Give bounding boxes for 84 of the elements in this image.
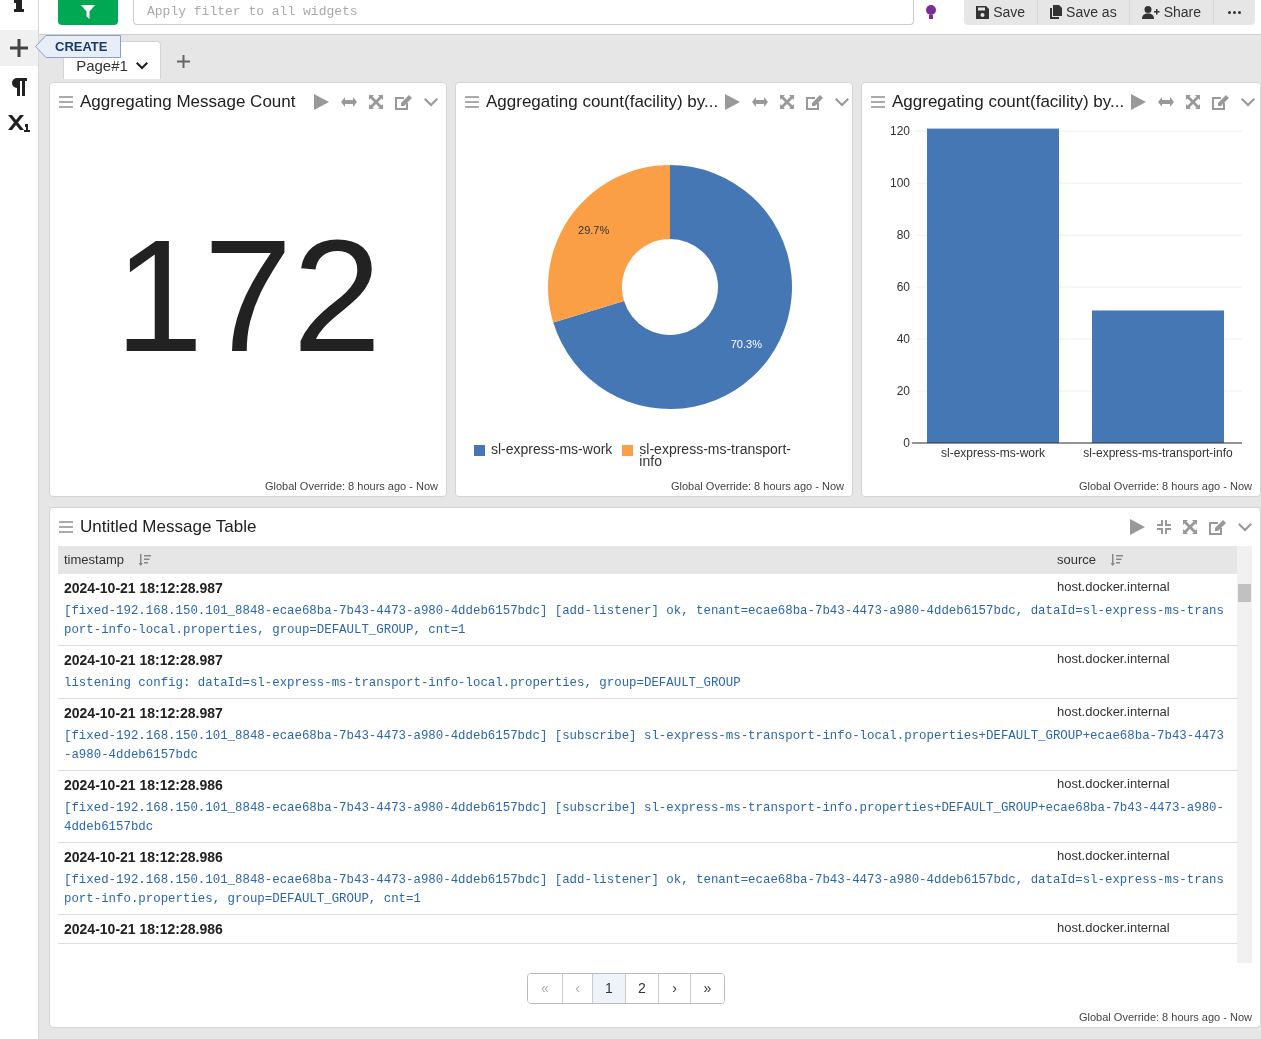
info-icon[interactable]: [13, 0, 25, 12]
y-tick-label: 60: [896, 280, 910, 295]
pilcrow-icon[interactable]: [11, 78, 27, 96]
y-tick-label: 120: [889, 124, 910, 139]
source-cell-text: host.docker.internal: [1056, 776, 1171, 793]
widget-title: Aggregating count(facility) by...: [486, 91, 719, 114]
drag-handle-icon[interactable]: [59, 96, 73, 108]
toolbar-button[interactable]: Share: [1129, 0, 1214, 25]
y-tick-label: 0: [903, 436, 910, 450]
time-range-label: Global Override: 8 hours ago - Now: [264, 478, 438, 494]
expand-icon[interactable]: [780, 95, 795, 109]
percent-label: 70.3%: [730, 337, 762, 350]
filter-icon: [81, 5, 95, 19]
x-category-label: sl-express-ms-work: [941, 446, 1045, 460]
toolbar-button[interactable]: Save as: [1038, 0, 1130, 25]
timestamp-cell-text: 2024-10-21 18:12:28.987: [63, 704, 224, 722]
filter-button[interactable]: [58, 0, 118, 25]
y-tick-label: 40: [896, 332, 910, 347]
toolbar-button[interactable]: Save: [964, 0, 1039, 25]
widget-title: Aggregating Message Count: [80, 91, 296, 114]
source-cell-text: host.docker.internal: [1056, 920, 1171, 937]
widget-title: Aggregating count(facility) by...: [892, 91, 1125, 114]
add-user-icon: [1141, 5, 1160, 19]
time-range-label: Global Override: 8 hours ago - Now: [670, 478, 844, 494]
expand-icon[interactable]: [1183, 520, 1197, 534]
edit-icon[interactable]: [395, 94, 412, 110]
sort-icon[interactable]: [137, 554, 151, 566]
horizontal-arrows-icon[interactable]: [341, 97, 357, 107]
timestamp-cell-text: 2024-10-21 18:12:28.987: [63, 579, 224, 597]
horizontal-arrows-icon[interactable]: [752, 97, 769, 107]
drag-handle-icon[interactable]: [465, 96, 479, 108]
scrollbar[interactable]: [1237, 546, 1252, 963]
source-cell-text: host.docker.internal: [1056, 848, 1171, 865]
message-cell-text: [fixed-192.168.150.101_8848-ecae68ba-7b43-4473-a980-4ddeb6157bdc] [subscribe] sl-express-ms-transport-info.properties+DEFAULT_GROUP+ecae68ba-7b43-4473-a980-4ddeb6157bdc: [63, 800, 1225, 836]
filter-field[interactable]: Apply filter to all widgets: [133, 0, 914, 25]
column-header[interactable]: source: [1057, 550, 1097, 570]
play-icon[interactable]: [725, 94, 741, 110]
page-button[interactable]: 1: [592, 974, 625, 1003]
drag-handle-icon[interactable]: [871, 96, 885, 108]
horizontal-arrows-icon[interactable]: [1158, 97, 1175, 107]
message-cell-text: [fixed-192.168.150.101_8848-ecae68ba-7b43-4473-a980-4ddeb6157bdc] [add-listener] ok, tenant=ecae68ba-7b43-4473-a980-4ddeb6157bdc, dataId=sl-express-ms-transport-info-local.properties, group=DEFAULT_GROUP, cnt=1: [63, 603, 1225, 639]
subscript-icon[interactable]: [8, 114, 30, 132]
expand-icon[interactable]: [369, 95, 383, 109]
time-range-label: Global Override: 8 hours ago - Now: [1078, 1009, 1252, 1025]
copy-icon: [1050, 5, 1063, 19]
lightbulb-icon[interactable]: [926, 5, 936, 19]
timestamp-cell-text: 2024-10-21 18:12:28.986: [63, 776, 224, 794]
message-cell-text: listening config: dataId=sl-express-ms-transport-info-local.properties, group=DEFAULT_GROUP: [63, 675, 742, 692]
page-button[interactable]: »: [690, 974, 724, 1003]
edit-icon[interactable]: [1209, 519, 1226, 535]
time-range-label: Global Override: 8 hours ago - Now: [1078, 478, 1252, 494]
sort-icon[interactable]: [1110, 554, 1124, 566]
play-icon[interactable]: [314, 94, 329, 110]
compress-icon[interactable]: [1157, 520, 1171, 534]
add-page-icon[interactable]: [177, 55, 190, 68]
message-cell-text: [fixed-192.168.150.101_8848-ecae68ba-7b43-4473-a980-4ddeb6157bdc] [subscribe] sl-express-ms-transport-info-local.properties+DEFAULT_GROUP+ecae68ba-7b43-4473-a980-4ddeb6157bdc: [63, 728, 1225, 764]
percent-label: 29.7%: [578, 224, 610, 237]
column-header[interactable]: timestamp: [64, 550, 124, 570]
edit-icon[interactable]: [1212, 94, 1230, 110]
plus-icon[interactable]: [10, 39, 28, 57]
timestamp-cell-text: 2024-10-21 18:12:28.986: [63, 920, 224, 938]
source-cell-text: host.docker.internal: [1056, 579, 1171, 596]
timestamp-cell-text: 2024-10-21 18:12:28.986: [63, 848, 224, 866]
drag-handle-icon[interactable]: [59, 521, 73, 533]
create-button[interactable]: [0, 30, 38, 66]
play-icon[interactable]: [1130, 519, 1145, 535]
message-cell-text: [fixed-192.168.150.101_8848-ecae68ba-7b43-4473-a980-4ddeb6157bdc] [add-listener] ok, tenant=ecae68ba-7b43-4473-a980-4ddeb6157bdc, dataId=sl-express-ms-transport-info.properties, group=DEFAULT_GROUP, cnt=1: [63, 872, 1225, 908]
count-value: 172: [114, 215, 382, 376]
x-category-label: sl-express-ms-transport-info: [1083, 446, 1233, 460]
create-tooltip: CREATE: [35, 35, 121, 58]
more-icon: [1228, 10, 1241, 14]
timestamp-cell-text: 2024-10-21 18:12:28.987: [63, 651, 224, 669]
expand-icon[interactable]: [1186, 95, 1201, 109]
y-tick-label: 80: [896, 228, 910, 243]
widget-title: Untitled Message Table: [80, 516, 257, 539]
source-cell-text: host.docker.internal: [1056, 704, 1171, 721]
play-icon[interactable]: [1131, 94, 1147, 110]
y-tick-label: 20: [896, 384, 910, 399]
source-cell-text: host.docker.internal: [1056, 651, 1171, 668]
edit-icon[interactable]: [806, 94, 824, 110]
legend-label: sl-express-ms-work: [491, 441, 613, 455]
legend-label: sl-express-ms-transport-info: [639, 441, 793, 467]
y-tick-label: 100: [889, 176, 910, 191]
chevron-down-icon[interactable]: [135, 62, 148, 70]
